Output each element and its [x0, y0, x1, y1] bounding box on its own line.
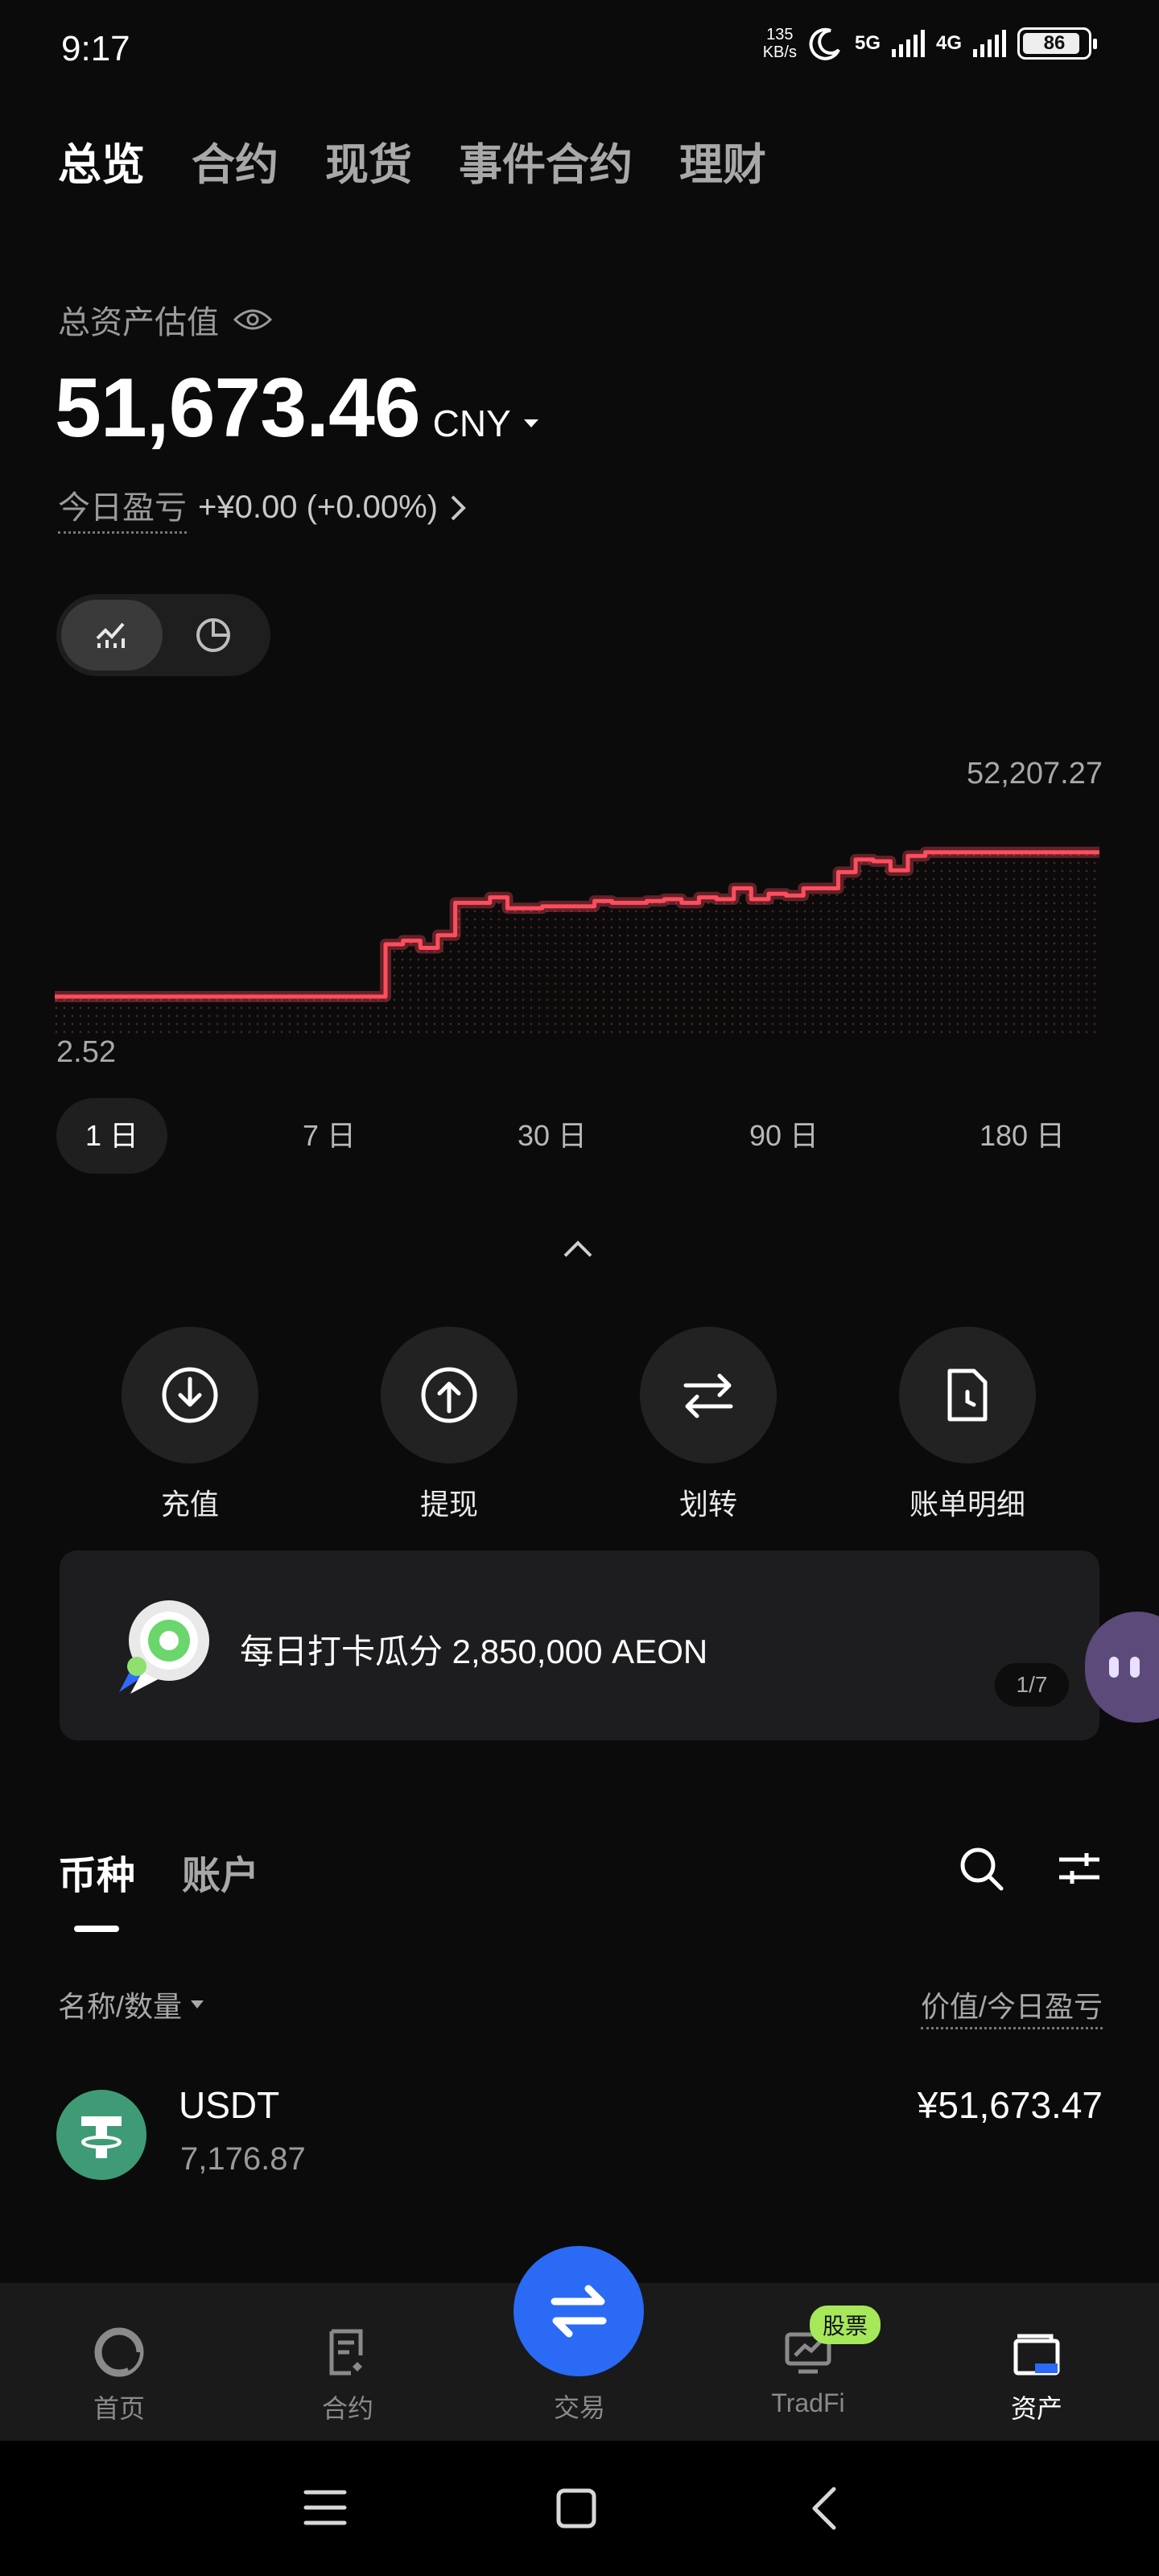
system-nav-bar [0, 2441, 1159, 2576]
search-icon[interactable] [958, 1845, 1004, 1892]
chart-area-fill [55, 852, 1099, 1035]
chart-min-label: 2.52 [56, 1035, 116, 1069]
asset-tools [958, 1845, 1103, 1892]
pnl-value: +¥0.00 (+0.00%) [198, 489, 438, 525]
tab-event-futures[interactable]: 事件合约 [459, 129, 633, 192]
col-left-label: 名称/数量 [58, 1990, 183, 2023]
home-icon [94, 2327, 144, 2377]
signal-icon [891, 30, 925, 57]
chevron-up-icon[interactable] [560, 1238, 596, 1261]
withdraw-circle [381, 1327, 518, 1463]
tab-accounts[interactable]: 账户 [182, 1843, 259, 1900]
currency-label: CNY [432, 402, 511, 444]
range-90d[interactable]: 90 日 [720, 1098, 848, 1174]
transfer-icon [683, 1373, 733, 1418]
status-indicators: 135 KB/s 5G 4G 86 [762, 26, 1097, 61]
battery-level: 86 [1043, 32, 1066, 54]
moon-icon [809, 27, 840, 60]
caret-down-icon [191, 2000, 204, 2008]
home-square-icon[interactable] [555, 2487, 597, 2529]
caret-down-icon [523, 419, 538, 427]
sort-name-quantity[interactable]: 名称/数量 [58, 1984, 204, 2025]
tab-overview[interactable]: 总览 [58, 129, 145, 192]
tab-futures[interactable]: 合约 [192, 129, 278, 192]
range-180d[interactable]: 180 日 [950, 1098, 1095, 1174]
nav-home-label: 首页 [93, 2394, 145, 2423]
status-time: 9:17 [61, 29, 130, 68]
range-tabs: 1 日 7 日 30 日 90 日 180 日 [56, 1098, 1103, 1174]
asset-label-text: 总资产估值 [58, 305, 219, 341]
range-7d[interactable]: 7 日 [274, 1098, 385, 1174]
menu-icon[interactable] [303, 2487, 348, 2528]
nav-futures-label: 合约 [321, 2394, 373, 2423]
medal-icon [119, 1600, 209, 1694]
usdt-logo-icon [56, 2090, 146, 2180]
today-pnl[interactable]: 今日盈亏 +¥0.00 (+0.00%) [58, 481, 467, 534]
bill-details-button[interactable]: 账单明细 [887, 1327, 1048, 1523]
nav-tradfi-label: TradFi [771, 2388, 845, 2417]
transfer-label: 划转 [678, 1488, 737, 1521]
coin-name: USDT [179, 2084, 280, 2126]
signal-icon-2 [973, 30, 1006, 57]
nav-home[interactable]: 首页 [47, 2326, 192, 2425]
asset-line-chart [55, 846, 1099, 1035]
asset-tabs: 币种 账户 [58, 1843, 259, 1900]
range-30d[interactable]: 30 日 [488, 1098, 617, 1174]
network-4g: 4G [935, 32, 962, 54]
withdraw-label: 提现 [419, 1488, 478, 1521]
filter-settings-icon[interactable] [1056, 1845, 1103, 1892]
back-icon[interactable] [808, 2486, 840, 2531]
net-speed: 135 KB/s [762, 26, 797, 61]
nav-trade-label: 交易 [553, 2393, 605, 2422]
pie-chart-icon [196, 618, 230, 652]
trade-button[interactable] [514, 2246, 644, 2376]
deposit-button[interactable]: 充值 [109, 1327, 270, 1523]
col-right-label[interactable]: 价值/今日盈亏 [920, 1984, 1103, 2029]
banner-pager: 1/7 [995, 1663, 1069, 1707]
top-tabs: 总览 合约 现货 事件合约 理财 [58, 129, 766, 192]
pie-chart-toggle[interactable] [163, 600, 264, 671]
total-value: 51,673.46 CNY [55, 361, 540, 456]
line-chart-icon [96, 622, 125, 648]
withdraw-button[interactable]: 提现 [369, 1327, 530, 1523]
banner-text: 每日打卡瓜分 2,850,000 AEON [240, 1633, 708, 1670]
nav-assets-label: 资产 [1010, 2394, 1062, 2423]
chevron-right-icon [451, 495, 466, 520]
deposit-icon [162, 1367, 218, 1423]
coin-value: ¥51,673.47 [917, 2084, 1103, 2126]
list-item[interactable]: USDT 7,176.87 ¥51,673.47 [0, 2077, 1159, 2206]
deposit-circle [122, 1327, 258, 1463]
tab-earn[interactable]: 理财 [679, 129, 766, 192]
deposit-label: 充值 [160, 1488, 219, 1521]
tab-spot[interactable]: 现货 [325, 129, 412, 192]
swap-icon [551, 2285, 607, 2338]
chart-max-label: 52,207.27 [966, 757, 1103, 791]
chart-type-toggle [56, 594, 270, 676]
pnl-label: 今日盈亏 [58, 481, 187, 534]
currency-selector[interactable]: CNY [433, 402, 540, 445]
bill-circle [899, 1327, 1036, 1463]
active-tab-indicator [74, 1926, 119, 1932]
network-5g: 5G [854, 32, 881, 54]
asset-estimate-label: 总资产估值 [58, 296, 272, 343]
wallet-icon [1013, 2334, 1060, 2376]
battery-icon: 86 [1017, 27, 1097, 60]
nav-assets[interactable]: 资产 [964, 2326, 1109, 2425]
transfer-button[interactable]: 划转 [628, 1327, 789, 1523]
coin-quantity: 7,176.87 [180, 2141, 306, 2177]
total-value-number: 51,673.46 [55, 361, 421, 455]
stocks-badge: 股票 [810, 2306, 881, 2344]
nav-futures[interactable]: 合约 [275, 2326, 420, 2425]
range-1d[interactable]: 1 日 [56, 1098, 167, 1174]
tab-coins[interactable]: 币种 [58, 1843, 135, 1900]
futures-icon [329, 2329, 363, 2376]
eye-icon[interactable] [233, 307, 272, 332]
line-chart-toggle[interactable] [61, 600, 163, 671]
transfer-circle [640, 1327, 777, 1463]
bill-icon [947, 1368, 988, 1422]
withdraw-icon [421, 1367, 477, 1423]
bill-label: 账单明细 [909, 1488, 1025, 1521]
